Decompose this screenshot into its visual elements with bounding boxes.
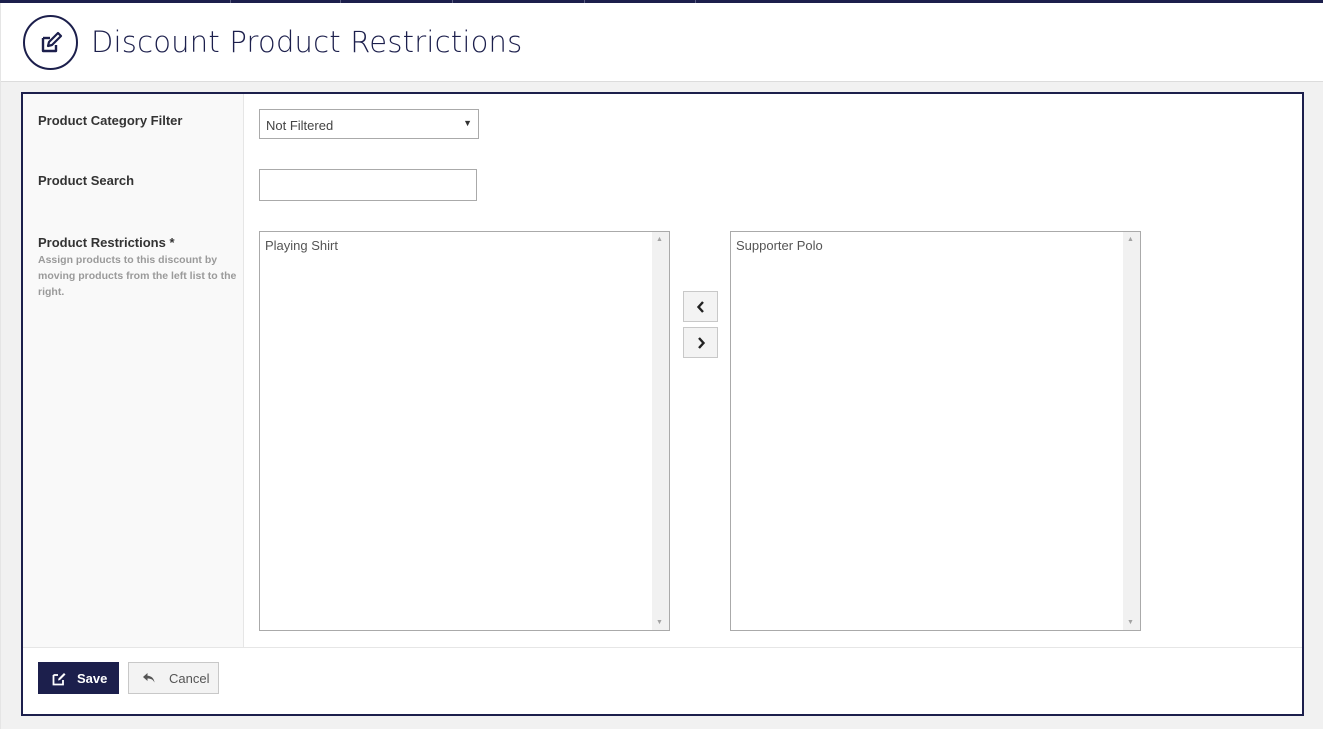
chevron-left-icon [696, 300, 704, 313]
save-button[interactable]: Save [38, 662, 119, 694]
move-left-button[interactable] [683, 291, 718, 322]
edit-icon [23, 15, 78, 70]
footer-divider [23, 647, 1302, 648]
cancel-button[interactable]: Cancel [128, 662, 219, 694]
product-restrictions-help: Assign products to this discount by movi… [38, 254, 237, 298]
move-right-button[interactable] [683, 327, 718, 358]
category-filter-select[interactable]: Not Filtered ▼ [259, 109, 479, 139]
scroll-down-icon[interactable]: ▼ [656, 619, 663, 626]
cancel-label: Cancel [169, 670, 210, 686]
available-products-list[interactable]: Playing Shirt ▲ ▼ [259, 231, 670, 631]
assigned-list-scrollbar[interactable]: ▲ ▼ [1123, 232, 1140, 630]
form-panel: Product Category Filter Not Filtered ▼ P… [21, 92, 1304, 716]
product-search-input[interactable] [259, 169, 477, 201]
dropdown-arrow-icon: ▼ [463, 118, 472, 128]
save-label: Save [77, 670, 108, 686]
page-header: Discount Product Restrictions [1, 3, 1323, 82]
list-item[interactable]: Supporter Polo [736, 238, 823, 253]
product-search-label: Product Search [38, 173, 135, 188]
page-title: Discount Product Restrictions [91, 25, 523, 59]
category-filter-selected: Not Filtered [266, 118, 334, 133]
edit-icon [52, 672, 66, 685]
list-item[interactable]: Playing Shirt [265, 238, 338, 253]
scroll-up-icon[interactable]: ▲ [1127, 236, 1134, 243]
available-list-scrollbar[interactable]: ▲ ▼ [652, 232, 669, 630]
product-restrictions-label: Product Restrictions * [38, 235, 175, 250]
scroll-down-icon[interactable]: ▼ [1127, 619, 1134, 626]
chevron-right-icon [697, 336, 705, 349]
reply-icon [143, 673, 155, 683]
assigned-products-list[interactable]: Supporter Polo ▲ ▼ [730, 231, 1141, 631]
scroll-up-icon[interactable]: ▲ [656, 236, 663, 243]
category-filter-label: Product Category Filter [38, 113, 183, 128]
